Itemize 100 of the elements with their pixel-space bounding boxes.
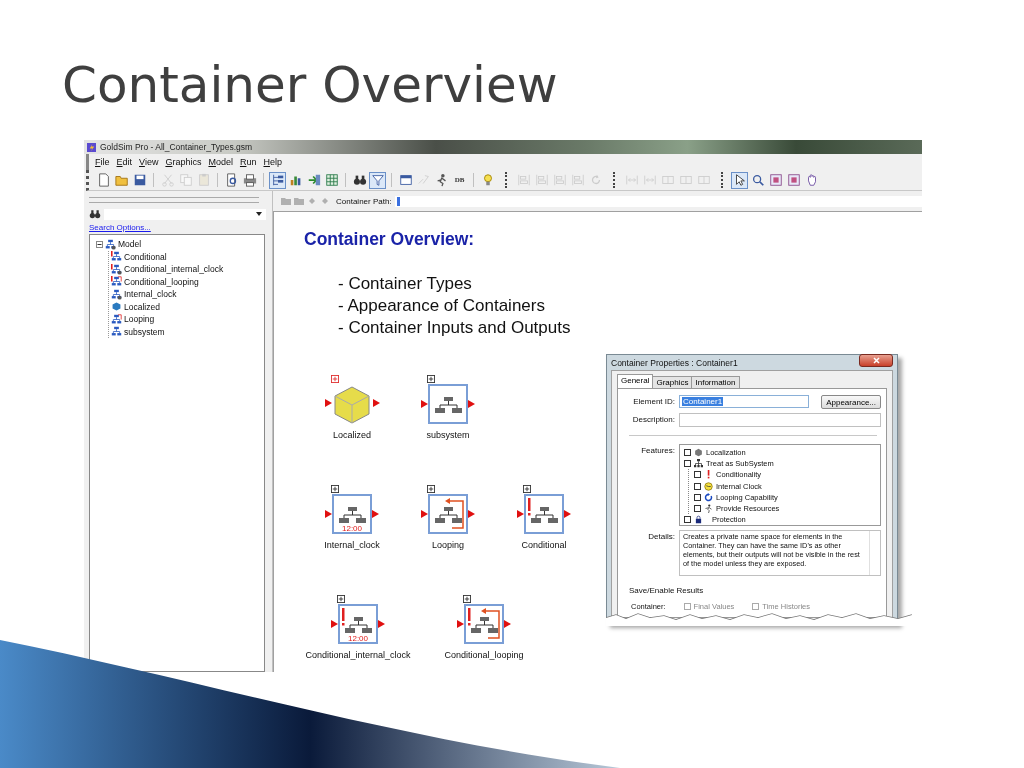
element-id-field[interactable]: Container1 [679,395,810,408]
grid-button[interactable] [323,171,340,189]
app-icon [87,142,96,152]
tree-button[interactable] [269,171,286,189]
field-label: Description: [631,414,675,424]
cube-icon [694,448,703,458]
frame-icon [786,173,801,187]
hierarchy-icon [111,313,122,325]
binoculars-icon [89,208,101,220]
expand-icon[interactable] [463,595,471,603]
spacing-icon [642,173,657,187]
align-icon [516,173,531,187]
menu-item[interactable]: View [139,157,159,167]
expand-icon[interactable] [337,595,345,603]
tree-item[interactable]: Model [118,239,142,250]
printer-button[interactable] [241,171,258,189]
tree-item[interactable]: Conditional [124,251,167,262]
checkbox[interactable] [752,603,760,610]
checkbox[interactable] [694,505,701,513]
import-icon [306,173,321,187]
node-label: Localized [333,430,371,440]
group-label: Save/Enable Results [629,586,705,595]
menu-item[interactable]: Help [263,157,282,167]
clock-icon [704,481,713,491]
node-label: Conditional_looping [444,650,524,660]
container-drawing[interactable] [517,494,571,534]
container-drawing[interactable] [421,384,475,424]
checkbox[interactable] [684,449,691,457]
tree-item[interactable]: Conditional_internal_clock [124,264,224,275]
zoom-icon [750,173,765,187]
field-label: Element ID: [632,396,675,406]
frame-icon [768,173,783,187]
dialog-tab[interactable]: General [617,374,654,388]
pointer-button[interactable] [731,171,748,189]
tree-icon [270,173,285,187]
menu-item[interactable]: Model [208,157,233,167]
checkbox[interactable] [683,603,691,610]
tree-item[interactable]: Conditional_looping [124,276,199,287]
hierarchy-icon [105,238,116,250]
container-drawing[interactable] [457,604,511,644]
frame-button[interactable] [767,171,784,189]
expand-icon[interactable] [427,485,435,493]
checkbox[interactable] [694,493,701,501]
collapse-icon[interactable] [96,240,103,248]
checkbox[interactable] [684,460,691,468]
field-label: Details: [647,531,675,541]
link-icon [416,173,431,187]
copy-icon [178,173,193,187]
tree-item[interactable]: Localized [124,301,160,312]
filter-button[interactable] [369,171,386,189]
size-icon [660,173,675,187]
checkbox[interactable] [684,516,691,524]
appearance-button[interactable]: Appearance... [821,395,881,409]
node-label: Looping [431,540,464,550]
dialog-tab[interactable]: Graphics [652,376,693,388]
menu-item[interactable]: Graphics [165,157,202,167]
path-label: Container Path: [336,196,392,206]
caret-icon [256,212,262,216]
tree-item[interactable]: Looping [124,314,155,325]
tree-item[interactable]: Internal_clock [124,289,177,300]
field-label: Features: [640,445,675,455]
close-button[interactable] [859,354,893,367]
window-icon [398,173,413,187]
node-label: Conditional [521,540,567,550]
hierarchy-icon [111,288,122,300]
clock-time: 12:00 [348,634,368,643]
close-icon [872,357,880,364]
search-options-link[interactable]: Search Options... [89,223,151,232]
frame-button[interactable] [785,171,802,189]
size-icon [696,173,711,187]
hierarchy-icon [694,459,703,469]
menu-item[interactable]: File [95,157,110,167]
container-drawing[interactable] [421,494,475,534]
slide-title: Container Overview [61,55,559,116]
dialog-tab[interactable]: Information [691,376,740,388]
figure-icon [704,504,713,514]
bullet-text: - Container Types [338,273,473,295]
checkbox[interactable] [694,482,701,490]
menu-item[interactable]: Edit [116,157,133,167]
container-drawing[interactable] [325,494,379,534]
node-label: Conditional_internal_clock [305,650,411,660]
tree-item[interactable]: subsystem [124,326,165,337]
menu-item[interactable]: Run [239,157,257,167]
hierarchy-icon [111,263,122,275]
cube-icon [111,301,122,313]
filter-icon [370,173,385,187]
expand-icon[interactable] [523,485,531,493]
container-drawing[interactable] [331,604,385,644]
hierarchy-icon [111,276,122,288]
expand-icon[interactable] [331,485,339,493]
size-icon [678,173,693,187]
canvas-heading: Container Overview: [304,229,476,250]
path-field[interactable] [394,195,922,207]
bullet-text: - Appearance of Containers [338,295,546,317]
description-field[interactable] [679,413,881,427]
document-icon [96,173,111,187]
checkbox[interactable] [694,471,701,479]
bullet-text: - Container Inputs and Outputs [338,317,572,339]
expand-icon[interactable] [427,375,435,383]
folder-icon [114,173,129,187]
